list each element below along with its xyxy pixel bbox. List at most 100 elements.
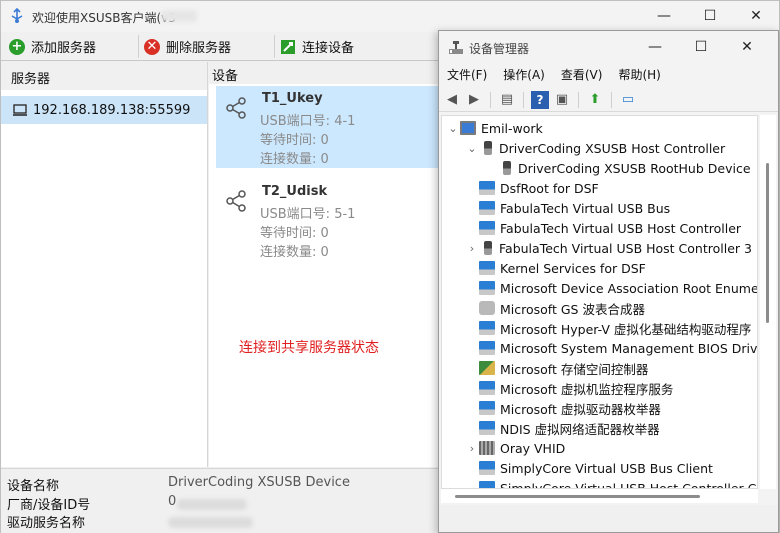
- menu-help[interactable]: 帮助(H): [610, 64, 668, 86]
- vendor-id-label: 厂商/设备ID号: [7, 498, 91, 513]
- system-device-icon: [479, 381, 495, 395]
- add-server-button[interactable]: + 添加服务器: [3, 32, 102, 61]
- connect-device-button[interactable]: 连接设备: [274, 32, 360, 61]
- device-tree-node[interactable]: DriverCoding XSUSB RootHub Device: [484, 158, 751, 178]
- tree-horizontal-scrollbar[interactable]: [441, 489, 758, 503]
- device-wait-time: 等待时间: 0: [260, 133, 329, 148]
- device-tree-label: Microsoft 虚拟驱动器枚举器: [500, 401, 661, 417]
- system-device-icon: [479, 181, 495, 195]
- servers-header: 服务器: [1, 62, 207, 90]
- system-device-icon: [479, 201, 495, 215]
- maximize-button[interactable]: ☐: [687, 1, 733, 32]
- devmgr-statusbar: [439, 505, 778, 532]
- device-usb-port: USB端口号: 5-1: [260, 207, 356, 222]
- monitor-icon: [13, 104, 27, 116]
- minimize-button[interactable]: —: [641, 1, 687, 32]
- device-tree-node[interactable]: Microsoft Device Association Root Enumer: [465, 278, 757, 298]
- device-tree-node[interactable]: Microsoft System Management BIOS Drive: [465, 338, 757, 358]
- menu-file[interactable]: 文件(F): [439, 64, 495, 86]
- system-device-icon: [479, 401, 495, 415]
- device-tree-label: SimplyCore Virtual USB Host Controller C…: [500, 480, 758, 489]
- collapse-chevron-icon[interactable]: ⌄: [446, 122, 460, 135]
- device-tree-node[interactable]: › FabulaTech Virtual USB Host Controller …: [465, 238, 752, 258]
- devmgr-titlebar: 设备管理器 — ☐ ✕: [439, 31, 778, 64]
- system-device-icon: [479, 481, 495, 488]
- device-tree-label: FabulaTech Virtual USB Host Controller 3: [499, 240, 752, 256]
- add-server-label: 添加服务器: [31, 41, 97, 56]
- toolbar-divider: [578, 91, 579, 108]
- device-tree-node[interactable]: SimplyCore Virtual USB Bus Client: [465, 458, 713, 478]
- driver-service-label: 驱动服务名称: [7, 516, 86, 531]
- back-arrow-icon[interactable]: ◀: [443, 91, 461, 109]
- device-tree-node[interactable]: NDIS 虚拟网络适配器枚举器: [465, 418, 660, 438]
- toolbar-divider: [523, 91, 524, 108]
- device-manager-icon: [449, 41, 463, 54]
- device-card-t1-ukey[interactable]: T1_Ukey USB端口号: 4-1 等待时间: 0 连接数量: 0: [216, 86, 444, 168]
- usb-plug-icon: [484, 141, 492, 155]
- toolbar-divider: [611, 91, 612, 108]
- devmgr-minimize-button[interactable]: —: [632, 31, 678, 64]
- device-tree-node[interactable]: › Oray VHID: [465, 438, 565, 458]
- collapse-chevron-icon[interactable]: ⌄: [465, 142, 479, 155]
- device-tree-node[interactable]: ⌄ DriverCoding XSUSB Host Controller: [465, 138, 725, 158]
- show-hide-tree-icon[interactable]: ▤: [498, 91, 516, 109]
- device-tree-node[interactable]: FabulaTech Virtual USB Host Controller: [465, 218, 741, 238]
- vendor-id-value: 0: [168, 494, 177, 509]
- driver-service-redacted: [168, 517, 253, 528]
- device-tree-label: Emil-work: [481, 120, 543, 136]
- device-tree-node[interactable]: Microsoft 虚拟驱动器枚举器: [465, 398, 661, 418]
- device-list-panel: 设备 T1_Ukey USB端口号: 4-1 等待时间: 0 连接数量: 0 T…: [209, 62, 444, 467]
- device-tree-node[interactable]: DsfRoot for DSF: [465, 178, 599, 198]
- device-tree-label: NDIS 虚拟网络适配器枚举器: [500, 421, 660, 437]
- system-device-icon: [479, 421, 495, 435]
- device-tree-label: Kernel Services for DSF: [500, 260, 646, 276]
- device-tree-label: FabulaTech Virtual USB Bus: [500, 200, 671, 216]
- vertical-scroll-thumb[interactable]: [766, 163, 769, 323]
- system-device-icon: [479, 281, 495, 295]
- device-card-t2-udisk[interactable]: T2_Udisk USB端口号: 5-1 等待时间: 0 连接数量: 0: [216, 179, 444, 261]
- device-tree-label: Microsoft 存储空间控制器: [500, 361, 649, 377]
- help-icon[interactable]: ?: [531, 90, 549, 109]
- main-window-title: 欢迎使用XSUSB客户端(v3: [32, 11, 176, 25]
- device-tree-node[interactable]: Microsoft 虚拟机监控程序服务: [465, 378, 673, 398]
- device-tree-node[interactable]: Microsoft 存储空间控制器: [465, 358, 648, 378]
- devmgr-close-button[interactable]: ✕: [724, 31, 770, 64]
- usb-plug-icon: [484, 241, 492, 255]
- usb-plug-icon: [503, 161, 511, 175]
- device-connection-count: 连接数量: 0: [260, 245, 329, 260]
- device-name: T2_Udisk: [262, 184, 328, 199]
- device-tree-node[interactable]: ⌄ Emil-work: [446, 118, 543, 138]
- share-icon: [226, 97, 246, 119]
- device-tree-label: DriverCoding XSUSB Host Controller: [499, 140, 726, 156]
- device-tree-node[interactable]: Kernel Services for DSF: [465, 258, 646, 278]
- device-tree-label: FabulaTech Virtual USB Host Controller: [500, 220, 742, 236]
- system-device-icon: [479, 341, 495, 355]
- system-device-icon: [479, 461, 495, 475]
- devmgr-maximize-button[interactable]: ☐: [678, 31, 724, 64]
- tree-vertical-scrollbar[interactable]: [760, 115, 776, 489]
- device-usb-port: USB端口号: 4-1: [260, 114, 356, 129]
- device-name: T1_Ukey: [262, 91, 323, 106]
- device-tree-node[interactable]: SimplyCore Virtual USB Host Controller C…: [465, 478, 758, 489]
- properties-icon[interactable]: ▣: [553, 91, 571, 109]
- toolbar-divider: [490, 91, 491, 108]
- delete-server-button[interactable]: ✕ 删除服务器: [138, 32, 237, 61]
- scan-hardware-icon[interactable]: ▭: [619, 91, 637, 109]
- update-driver-icon[interactable]: ⬆: [586, 91, 604, 109]
- menu-view[interactable]: 查看(V): [553, 64, 611, 86]
- device-tree-node[interactable]: Microsoft Hyper-V 虚拟化基础结构驱动程序: [465, 318, 751, 338]
- expand-chevron-icon[interactable]: ›: [465, 442, 479, 455]
- device-tree-node[interactable]: Microsoft GS 波表合成器: [465, 298, 645, 318]
- device-tree: ⌄ Emil-work ⌄ DriverCoding XSUSB Host Contr…: [441, 115, 758, 489]
- connection-status-message: 连接到共享服务器状态: [239, 340, 379, 356]
- vendor-id-redacted: [177, 499, 247, 510]
- horizontal-scroll-thumb[interactable]: [455, 495, 700, 498]
- forward-arrow-icon[interactable]: ▶: [465, 91, 483, 109]
- device-connection-count: 连接数量: 0: [260, 152, 329, 167]
- close-button[interactable]: ✕: [733, 1, 779, 32]
- device-tree-node[interactable]: FabulaTech Virtual USB Bus: [465, 198, 670, 218]
- expand-chevron-icon[interactable]: ›: [465, 242, 479, 255]
- device-wait-time: 等待时间: 0: [260, 226, 329, 241]
- server-list-item[interactable]: 192.168.189.138:55599: [1, 96, 207, 124]
- menu-action[interactable]: 操作(A): [495, 64, 553, 86]
